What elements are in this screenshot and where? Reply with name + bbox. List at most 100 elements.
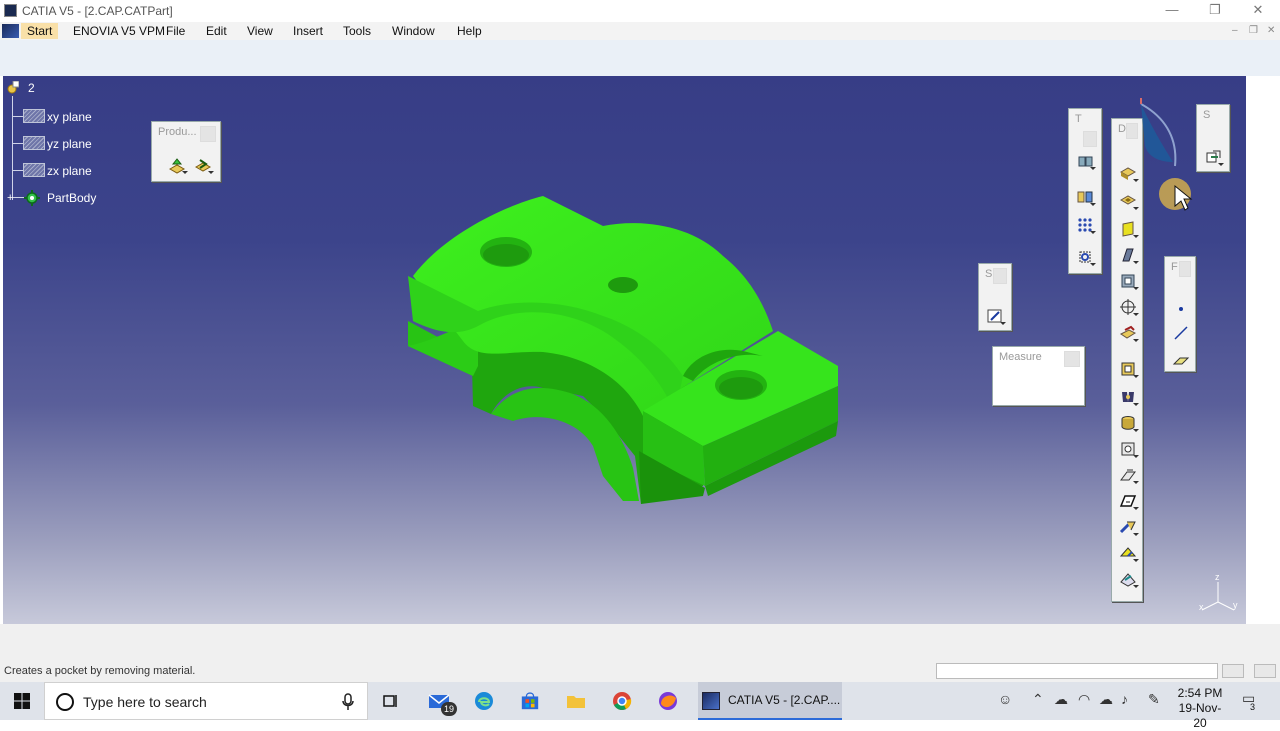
people-icon[interactable]: ☺: [998, 691, 1012, 707]
status-bar: Creates a pocket by removing material.: [0, 624, 1280, 682]
status-button-1[interactable]: [1222, 664, 1244, 678]
translate-icon[interactable]: [1074, 151, 1096, 171]
groove-icon[interactable]: [1117, 245, 1139, 265]
close-button[interactable]: ✕: [1236, 0, 1280, 22]
viewport-gutter: [1246, 76, 1280, 624]
volume-icon[interactable]: ♪: [1121, 691, 1128, 707]
toolbar-close-button[interactable]: [993, 268, 1007, 284]
toolbar-sketcher[interactable]: S: [978, 263, 1012, 331]
minimize-button[interactable]: —: [1150, 0, 1194, 22]
search-placeholder: Type here to search: [83, 694, 207, 710]
firefox-icon[interactable]: [653, 686, 683, 716]
draft-icon[interactable]: [1117, 413, 1139, 433]
select-icon[interactable]: [1202, 147, 1224, 167]
doc-close-button[interactable]: ✕: [1267, 25, 1275, 36]
rib-icon[interactable]: [1117, 297, 1139, 317]
toolbar-caption: Produ...: [158, 126, 197, 138]
status-message: Creates a pocket by removing material.: [4, 665, 196, 677]
thickness-icon[interactable]: [1117, 465, 1139, 485]
menu-start[interactable]: Start: [21, 23, 59, 39]
taskbar-search-box[interactable]: Type here to search: [44, 682, 368, 720]
doc-restore-button[interactable]: ❐: [1249, 25, 1258, 36]
toolbar-caption: F: [1171, 261, 1178, 273]
windows-start-icon[interactable]: [7, 686, 37, 716]
catia-logo-icon: [2, 24, 19, 38]
onedrive-upload-icon[interactable]: ☁: [1054, 691, 1068, 708]
thread-icon[interactable]: [1117, 491, 1139, 511]
catia-app-icon: [4, 4, 17, 17]
product-tool-icon[interactable]: [166, 155, 188, 175]
shaft-icon[interactable]: [1117, 219, 1139, 239]
scaling-icon[interactable]: [1074, 247, 1096, 267]
menu-help[interactable]: Help: [453, 24, 486, 38]
toolbar-transformation[interactable]: T: [1068, 108, 1102, 274]
slot-icon[interactable]: [1117, 323, 1139, 343]
catia-taskbar-icon: [702, 692, 720, 710]
cloud-icon[interactable]: ☁: [1099, 691, 1113, 708]
clock-date: 19-Nov-20: [1178, 701, 1222, 730]
split-icon[interactable]: [1117, 543, 1139, 563]
toolbar-close-button[interactable]: [200, 126, 216, 142]
microphone-icon[interactable]: [342, 693, 354, 711]
cortana-circle-icon: [56, 693, 74, 711]
tray-expand-icon[interactable]: ⌃: [1032, 691, 1044, 708]
hole-icon[interactable]: [1117, 271, 1139, 291]
menu-tools[interactable]: Tools: [339, 24, 375, 38]
status-button-2[interactable]: [1254, 664, 1276, 678]
axis-z-label: z: [1215, 572, 1220, 582]
point-icon[interactable]: [1170, 299, 1192, 319]
toolbar-select[interactable]: S: [1196, 104, 1230, 172]
restore-button[interactable]: ❐: [1193, 0, 1237, 22]
window-title: CATIA V5 - [2.CAP.CATPart]: [22, 4, 173, 18]
sketch-icon[interactable]: [984, 306, 1006, 326]
3d-viewport[interactable]: 2 xy plane yz plane zx plane + PartBody: [3, 76, 1246, 624]
fillet-icon[interactable]: [1117, 359, 1139, 379]
plane-ref-icon[interactable]: [1170, 351, 1192, 371]
doc-minimize-button[interactable]: –: [1232, 25, 1238, 36]
taskbar-clock[interactable]: 2:54 PM 19-Nov-20: [1172, 686, 1228, 731]
menu-file[interactable]: File: [162, 24, 189, 38]
menu-insert[interactable]: Insert: [289, 24, 327, 38]
toolbar-close-button: [1083, 131, 1097, 147]
toolbar-caption: Measure: [999, 351, 1042, 363]
close-surface-icon[interactable]: [1117, 569, 1139, 589]
catia-task-label: CATIA V5 - [2.CAP....: [728, 693, 841, 707]
toolbar-reference-elements[interactable]: F: [1164, 256, 1196, 372]
file-explorer-icon[interactable]: [561, 686, 591, 716]
title-bar: CATIA V5 - [2.CAP.CATPart] — ❐ ✕: [0, 0, 1280, 22]
menu-edit[interactable]: Edit: [202, 24, 231, 38]
mirror-icon[interactable]: [1074, 187, 1096, 207]
toolbar-measure[interactable]: Measure: [992, 346, 1085, 406]
edge-browser-icon[interactable]: [469, 686, 499, 716]
taskbar-catia-button[interactable]: CATIA V5 - [2.CAP....: [698, 682, 842, 720]
pattern-icon[interactable]: [1074, 215, 1096, 235]
power-input-field[interactable]: [936, 663, 1218, 679]
toolbar-caption: T: [1075, 113, 1082, 125]
store-icon[interactable]: [515, 686, 545, 716]
windows-taskbar: Type here to search 19 CATIA V5 - [2.CAP…: [0, 682, 1280, 730]
task-view-icon[interactable]: [376, 686, 406, 716]
menu-bar: Start ENOVIA V5 VPM File Edit View Inser…: [0, 22, 1280, 40]
toolbar-close-button[interactable]: [1064, 351, 1080, 367]
toolbar-product[interactable]: Produ...: [151, 121, 221, 182]
menu-window[interactable]: Window: [388, 24, 439, 38]
line-icon[interactable]: [1170, 323, 1192, 343]
remove-face-icon[interactable]: [1117, 517, 1139, 537]
network-icon[interactable]: ◠: [1078, 691, 1090, 708]
axis-x-label: x: [1199, 602, 1204, 612]
product-arrow-tool-icon[interactable]: [192, 155, 214, 175]
notification-count: 3: [1250, 702, 1256, 712]
chamfer-icon[interactable]: [1117, 387, 1139, 407]
mail-badge: 19: [441, 702, 457, 716]
menu-enovia[interactable]: ENOVIA V5 VPM: [69, 24, 169, 38]
pen-icon[interactable]: ✎: [1148, 691, 1160, 708]
toolbar-caption: S: [1203, 109, 1211, 121]
menu-view[interactable]: View: [243, 24, 277, 38]
clock-time: 2:54 PM: [1177, 686, 1223, 700]
toolbar-caption: S: [985, 268, 993, 280]
toolbar-dock: [0, 40, 1280, 76]
toolbar-close-button[interactable]: [1179, 261, 1191, 277]
shell-icon[interactable]: [1117, 439, 1139, 459]
chrome-icon[interactable]: [607, 686, 637, 716]
axis-y-label: y: [1233, 600, 1238, 610]
